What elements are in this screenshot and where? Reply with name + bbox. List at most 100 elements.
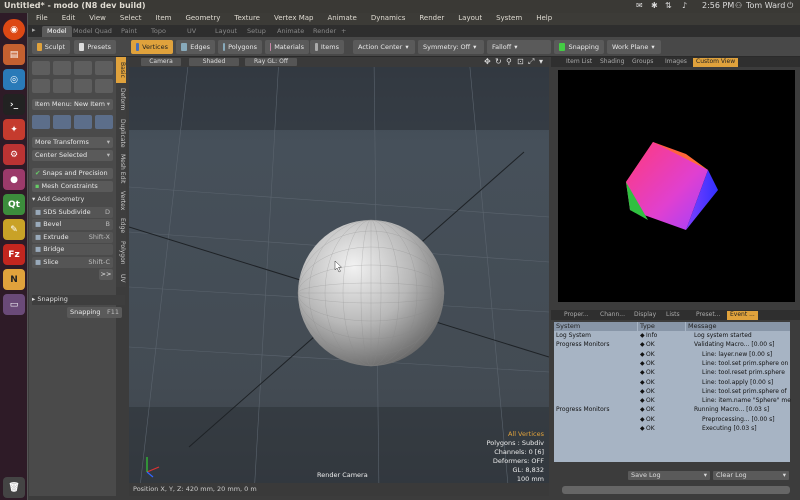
user-icon[interactable]: ⚇	[735, 1, 742, 10]
command-input[interactable]	[562, 486, 790, 494]
workspace-icon[interactable]: ▭	[3, 294, 25, 315]
menu-system[interactable]: System	[496, 14, 522, 22]
mesh-constraints-button[interactable]: ▪ Mesh Constraints	[32, 181, 113, 192]
edges-button[interactable]: Edges	[176, 40, 215, 54]
volume-icon[interactable]: ♪	[682, 1, 687, 10]
modo-icon[interactable]: N	[3, 269, 25, 290]
media-icon[interactable]: ●	[3, 169, 25, 190]
qt-icon[interactable]: Qt	[3, 194, 25, 215]
tool-bridge[interactable]: ■ Bridge	[32, 244, 113, 256]
vertices-button[interactable]: Vertices	[131, 40, 173, 54]
log-row[interactable]: ◆ OK Preprocessing... [0.00 s]	[554, 416, 790, 425]
sculpt-button[interactable]: Sculpt	[32, 40, 70, 54]
menu-select[interactable]: Select	[120, 14, 142, 22]
menu-item[interactable]: Item	[156, 14, 172, 22]
rotate-icon[interactable]	[53, 115, 71, 129]
more-button[interactable]: >>	[99, 269, 113, 280]
scale-icon[interactable]	[74, 115, 92, 129]
tool-icon[interactable]: ✎	[3, 219, 25, 240]
vtab-polygon[interactable]: Polygon	[116, 237, 126, 269]
log-tab-3[interactable]: Lists	[663, 311, 683, 320]
tool-slice[interactable]: ■ Slice Shift-C	[32, 256, 113, 268]
log-row[interactable]: Progress Monitors ◆ OK Validating Macro... …	[554, 341, 790, 350]
power-icon[interactable]: ⏻	[787, 1, 793, 11]
clock[interactable]: 2:56 PM	[702, 1, 734, 10]
app-icon[interactable]: ✦	[3, 119, 25, 140]
vtab-deform[interactable]: Deform	[116, 83, 126, 115]
log-row[interactable]: ◆ OK Line: tool.set prim.sphere of	[554, 388, 790, 397]
log-row[interactable]: ◆ OK Executing [0.03 s]	[554, 425, 790, 434]
log-row[interactable]: ◆ OK Line: layer.new [0.00 s]	[554, 351, 790, 360]
rotate-view-icon[interactable]: ↻	[495, 57, 502, 66]
menu-render[interactable]: Render	[419, 14, 444, 22]
menu-animate[interactable]: Animate	[327, 14, 356, 22]
log-row[interactable]: ◆ OK Line: tool.reset prim.sphere	[554, 369, 790, 378]
log-row[interactable]: Progress Monitors ◆ OK Running Macro... [0.…	[554, 406, 790, 415]
menu-edit[interactable]: Edit	[62, 14, 76, 22]
materials-button[interactable]: Materials	[265, 40, 309, 54]
center-selected-dropdown[interactable]: Center Selected ▾	[32, 150, 113, 161]
tab-5[interactable]: Layout	[210, 26, 242, 37]
menu-texture[interactable]: Texture	[234, 14, 260, 22]
tab-9[interactable]: +	[336, 26, 351, 37]
transform-icon[interactable]	[95, 115, 113, 129]
3d-viewport[interactable]: All Vertices Polygons : Subdiv Channels:…	[129, 57, 549, 496]
network-icon[interactable]: ⇅	[665, 1, 672, 10]
files-icon[interactable]: ▤	[3, 44, 25, 65]
menu-view[interactable]: View	[89, 14, 106, 22]
trash-icon[interactable]: 🗑	[3, 477, 25, 498]
vtab-basic[interactable]: Basic	[116, 57, 126, 83]
settings-icon[interactable]: ⚙	[3, 144, 25, 165]
item-menu-dropdown[interactable]: Item Menu: New Item ▾	[32, 99, 113, 110]
move-icon[interactable]	[32, 115, 50, 129]
terminal-icon[interactable]: ›_	[3, 94, 25, 115]
log-tab-4[interactable]: Preset...	[693, 311, 723, 320]
tab-1[interactable]: Model Quad	[68, 26, 117, 37]
snapping-button[interactable]: Snapping	[554, 40, 604, 54]
falloff-dropdown[interactable]: Falloff ▾	[487, 40, 551, 54]
pen-icon[interactable]	[74, 79, 92, 93]
col-message[interactable]: Message	[686, 322, 790, 331]
sphere-icon[interactable]	[53, 61, 71, 75]
camera-dropdown[interactable]: Camera	[141, 58, 181, 66]
log-tab-1[interactable]: Chann...	[597, 311, 628, 320]
event-log-table[interactable]: System Type Message Log System ◆ Info Log s…	[554, 322, 791, 462]
items-button[interactable]: Items	[310, 40, 344, 54]
tab-7[interactable]: Animate	[272, 26, 309, 37]
preview-view[interactable]	[558, 70, 795, 302]
rv-tab-0[interactable]: Item List	[563, 58, 595, 67]
rv-tab-1[interactable]: Shading	[597, 58, 627, 67]
tool-extrude[interactable]: ■ Extrude Shift-X	[32, 231, 113, 243]
tab-4[interactable]: UV	[182, 26, 201, 37]
filezilla-icon[interactable]: Fz	[3, 244, 25, 265]
add-geometry-header[interactable]: ▾ Add Geometry	[32, 195, 113, 205]
vtab-edge[interactable]: Edge	[116, 215, 126, 237]
text-icon[interactable]	[95, 79, 113, 93]
col-type[interactable]: Type	[638, 322, 685, 331]
tool-sds-subdivide[interactable]: ■ SDS Subdivide D	[32, 207, 113, 218]
vtab-duplicate[interactable]: Duplicate	[116, 115, 126, 151]
zoom-view-icon[interactable]: ⚲	[506, 57, 512, 66]
log-tab-0[interactable]: Proper...	[561, 311, 592, 320]
cube-icon[interactable]	[32, 61, 50, 75]
snapping-header[interactable]: ▸ Snapping	[32, 295, 125, 305]
vtab-uv[interactable]: UV	[116, 269, 126, 287]
menu-dynamics[interactable]: Dynamics	[371, 14, 406, 22]
work-plane-dropdown[interactable]: Work Plane ▾	[607, 40, 661, 54]
user-name[interactable]: Tom Ward	[746, 1, 785, 10]
vtab-vertex[interactable]: Vertex	[116, 187, 126, 215]
tab-2[interactable]: Paint	[116, 26, 142, 37]
menu-vertex-map[interactable]: Vertex Map	[274, 14, 314, 22]
log-row[interactable]: ◆ OK Line: tool.set prim.sphere on	[554, 360, 790, 369]
shading-dropdown[interactable]: Shaded	[189, 58, 239, 66]
menu-help[interactable]: Help	[536, 14, 552, 22]
menu-layout[interactable]: Layout	[458, 14, 482, 22]
log-tab-2[interactable]: Display	[631, 311, 659, 320]
bluetooth-icon[interactable]: ✱	[651, 1, 658, 10]
menu-file[interactable]: File	[36, 14, 48, 22]
move-view-icon[interactable]: ✥	[484, 57, 491, 66]
ubuntu-icon[interactable]: ◉	[3, 19, 25, 40]
cylinder-icon[interactable]	[74, 61, 92, 75]
cone-icon[interactable]	[95, 61, 113, 75]
fit-view-icon[interactable]: ⊡	[517, 57, 524, 66]
